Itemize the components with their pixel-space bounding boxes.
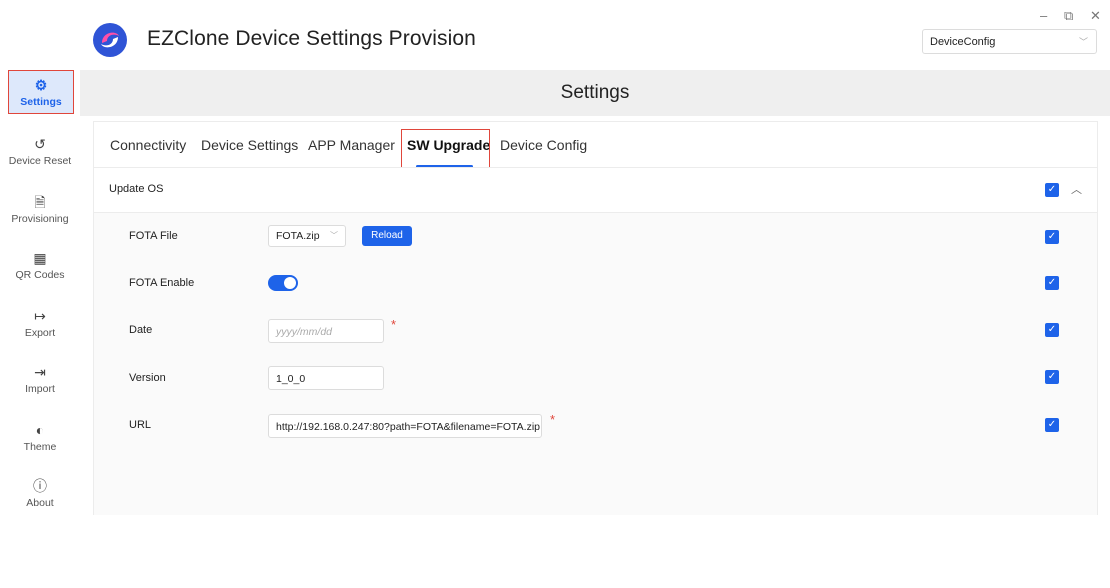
sidebar-item-label: Device Reset: [8, 155, 72, 167]
sidebar-item-label: Settings: [20, 96, 62, 108]
sidebar-item-theme[interactable]: ◐ Theme: [0, 422, 80, 453]
sidebar-item-provisioning[interactable]: 🗎 Provisioning: [0, 194, 80, 225]
title-bar: EZClone Device Settings Provision – ⧉ ✕ …: [0, 0, 1110, 70]
export-icon: ↦: [34, 308, 46, 324]
reload-button[interactable]: Reload: [362, 226, 412, 246]
info-icon: ⓘ: [33, 478, 47, 494]
chevron-up-icon[interactable]: ︿: [1071, 181, 1082, 197]
restore-button[interactable]: ⧉: [1064, 8, 1073, 24]
fota-file-checkbox[interactable]: ✓: [1045, 230, 1059, 244]
fota-file-select[interactable]: FOTA.zip ﹀: [268, 225, 346, 247]
file-lock-icon: 🗎: [34, 194, 46, 210]
date-input[interactable]: yyyy/mm/dd: [268, 319, 384, 343]
app-title: EZClone Device Settings Provision: [147, 27, 476, 50]
import-icon: ⇥: [34, 364, 46, 380]
fota-enable-checkbox[interactable]: ✓: [1045, 276, 1059, 290]
sidebar-item-label: QR Codes: [15, 269, 65, 281]
section-checkbox[interactable]: ✓: [1045, 183, 1059, 197]
tab-highlight-box: [401, 129, 490, 172]
required-marker: *: [391, 317, 397, 332]
fota-enable-toggle[interactable]: [268, 275, 298, 291]
settings-header: Settings: [80, 70, 1110, 116]
url-input[interactable]: http://192.168.0.247:80?path=FOTA&filena…: [268, 414, 542, 438]
version-label: Version: [129, 372, 166, 384]
toggle-knob: [284, 277, 296, 289]
app-logo-icon: [93, 23, 127, 57]
url-checkbox[interactable]: ✓: [1045, 418, 1059, 432]
sidebar-item-device-reset[interactable]: ↺ Device Reset: [0, 136, 80, 167]
sidebar-item-label: Provisioning: [11, 213, 69, 225]
section-header-update-os[interactable]: Update OS ✓ ︿: [94, 167, 1097, 213]
fota-file-label: FOTA File: [129, 230, 178, 242]
fota-enable-label: FOTA Enable: [129, 277, 195, 289]
sidebar-item-label: About: [26, 497, 54, 509]
minimize-button[interactable]: –: [1040, 8, 1047, 23]
sidebar-item-label: Theme: [23, 441, 57, 453]
version-checkbox[interactable]: ✓: [1045, 370, 1059, 384]
main-panel: Settings Connectivity Device Settings AP…: [80, 70, 1110, 588]
required-marker: *: [550, 412, 556, 427]
sidebar-item-qr-codes[interactable]: ▦ QR Codes: [0, 250, 80, 281]
reset-icon: ↺: [34, 136, 46, 152]
sidebar-item-label: Import: [25, 383, 55, 395]
tab-device-config[interactable]: Device Config: [500, 137, 587, 153]
date-checkbox[interactable]: ✓: [1045, 323, 1059, 337]
section-title: Update OS: [109, 183, 164, 195]
date-label: Date: [129, 324, 153, 336]
sidebar-item-about[interactable]: ⓘ About: [0, 478, 80, 509]
profile-select-value: DeviceConfig: [930, 36, 996, 48]
tab-app-manager[interactable]: APP Manager: [308, 137, 395, 153]
sidebar: ⚙ Settings ↺ Device Reset 🗎 Provisioning…: [0, 70, 81, 588]
chevron-down-icon: ﹀: [330, 231, 338, 240]
section-body: FOTA File FOTA.zip ﹀ Reload ✓ FOTA Enabl…: [94, 213, 1097, 515]
sidebar-item-settings[interactable]: ⚙ Settings: [8, 70, 74, 114]
tab-device-settings[interactable]: Device Settings: [201, 137, 298, 153]
sidebar-item-import[interactable]: ⇥ Import: [0, 364, 80, 395]
settings-card: Connectivity Device Settings APP Manager…: [93, 121, 1098, 515]
close-button[interactable]: ✕: [1090, 8, 1101, 24]
sidebar-item-label: Export: [24, 327, 56, 339]
chevron-down-icon: ﹀: [1078, 37, 1088, 47]
version-input[interactable]: 1_0_0: [268, 366, 384, 390]
sidebar-item-export[interactable]: ↦ Export: [0, 308, 80, 339]
url-label: URL: [129, 419, 152, 431]
profile-select[interactable]: DeviceConfig ﹀: [922, 29, 1097, 54]
fota-file-value: FOTA.zip: [276, 230, 320, 242]
theme-icon: ◐: [35, 422, 45, 438]
tab-bar: Connectivity Device Settings APP Manager…: [94, 122, 1097, 172]
tab-connectivity[interactable]: Connectivity: [110, 137, 186, 153]
gear-icon: ⚙: [34, 77, 48, 93]
qr-code-icon: ▦: [33, 250, 47, 266]
page-title: Settings: [560, 82, 630, 103]
